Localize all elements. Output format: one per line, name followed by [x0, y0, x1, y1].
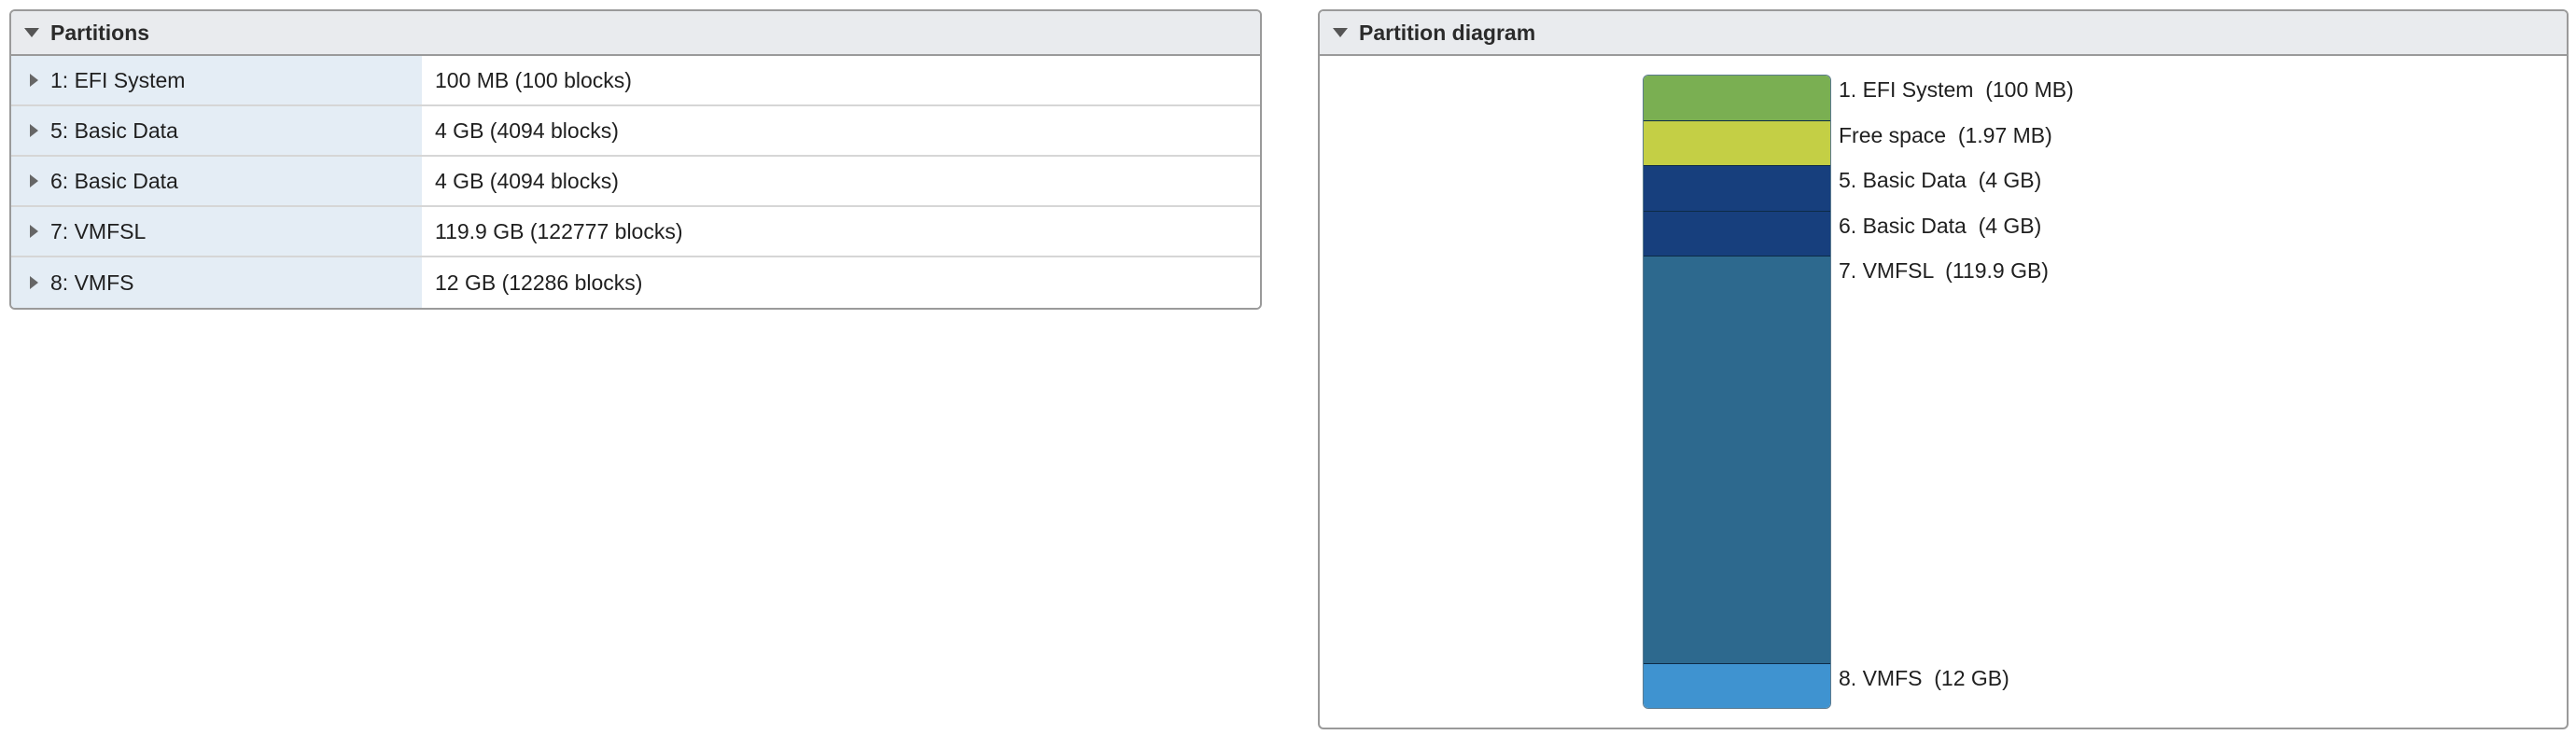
partition-name: 8: VMFS: [50, 270, 134, 295]
table-row[interactable]: 8: VMFS 12 GB (12286 blocks): [11, 257, 1260, 308]
partition-diagram-header[interactable]: Partition diagram: [1320, 11, 2567, 56]
partitions-panel: Partitions 1: EFI System 100 MB (100 blo…: [9, 9, 1262, 310]
expand-caret-icon[interactable]: [30, 174, 38, 187]
segment-label: 8. VMFS (12 GB): [1839, 666, 2009, 691]
segment-vmfs: [1644, 664, 1830, 708]
expand-caret-icon[interactable]: [30, 225, 38, 238]
partition-size: 100 MB (100 blocks): [422, 56, 1260, 104]
collapse-caret-icon[interactable]: [1333, 28, 1348, 37]
partition-diagram-title: Partition diagram: [1359, 20, 1536, 45]
segment-basic-data-6: [1644, 211, 1830, 257]
partition-size: 119.9 GB (122777 blocks): [422, 207, 1260, 256]
partition-name-cell[interactable]: 1: EFI System: [11, 56, 422, 104]
partition-size: 4 GB (4094 blocks): [422, 106, 1260, 155]
partition-name: 6: Basic Data: [50, 168, 178, 193]
expand-caret-icon[interactable]: [30, 124, 38, 137]
table-row[interactable]: 7: VMFSL 119.9 GB (122777 blocks): [11, 207, 1260, 257]
partitions-table: 1: EFI System 100 MB (100 blocks) 5: Bas…: [11, 56, 1260, 308]
table-row[interactable]: 1: EFI System 100 MB (100 blocks): [11, 56, 1260, 106]
segment-label: 5. Basic Data (4 GB): [1839, 168, 2042, 193]
partitions-header[interactable]: Partitions: [11, 11, 1260, 56]
partition-name: 7: VMFSL: [50, 218, 147, 243]
segment-label: 6. Basic Data (4 GB): [1839, 213, 2042, 238]
partition-size: 12 GB (12286 blocks): [422, 257, 1260, 308]
expand-caret-icon[interactable]: [30, 74, 38, 87]
segment-label: Free space (1.97 MB): [1839, 122, 2052, 147]
partition-name-cell[interactable]: 7: VMFSL: [11, 207, 422, 256]
segment-label: 7. VMFSL (119.9 GB): [1839, 258, 2049, 284]
segment-efi-system: [1644, 76, 1830, 121]
segment-free-space: [1644, 120, 1830, 167]
disk-bar: [1643, 75, 1831, 709]
expand-caret-icon[interactable]: [30, 276, 38, 289]
partition-name: 1: EFI System: [50, 67, 186, 92]
table-row[interactable]: 5: Basic Data 4 GB (4094 blocks): [11, 106, 1260, 157]
partition-diagram: 1. EFI System (100 MB) Free space (1.97 …: [1320, 56, 2567, 728]
segment-vmfsl: [1644, 257, 1830, 665]
partition-diagram-panel: Partition diagram 1. EFI System (100 MB)…: [1318, 9, 2569, 729]
table-row[interactable]: 6: Basic Data 4 GB (4094 blocks): [11, 157, 1260, 207]
partition-name-cell[interactable]: 5: Basic Data: [11, 106, 422, 155]
partitions-title: Partitions: [50, 20, 150, 45]
partition-name-cell[interactable]: 6: Basic Data: [11, 157, 422, 205]
partition-name: 5: Basic Data: [50, 118, 178, 143]
partition-size: 4 GB (4094 blocks): [422, 157, 1260, 205]
collapse-caret-icon[interactable]: [24, 28, 39, 37]
segment-basic-data-5: [1644, 166, 1830, 212]
partition-name-cell[interactable]: 8: VMFS: [11, 257, 422, 308]
segment-label: 1. EFI System (100 MB): [1839, 77, 2074, 102]
